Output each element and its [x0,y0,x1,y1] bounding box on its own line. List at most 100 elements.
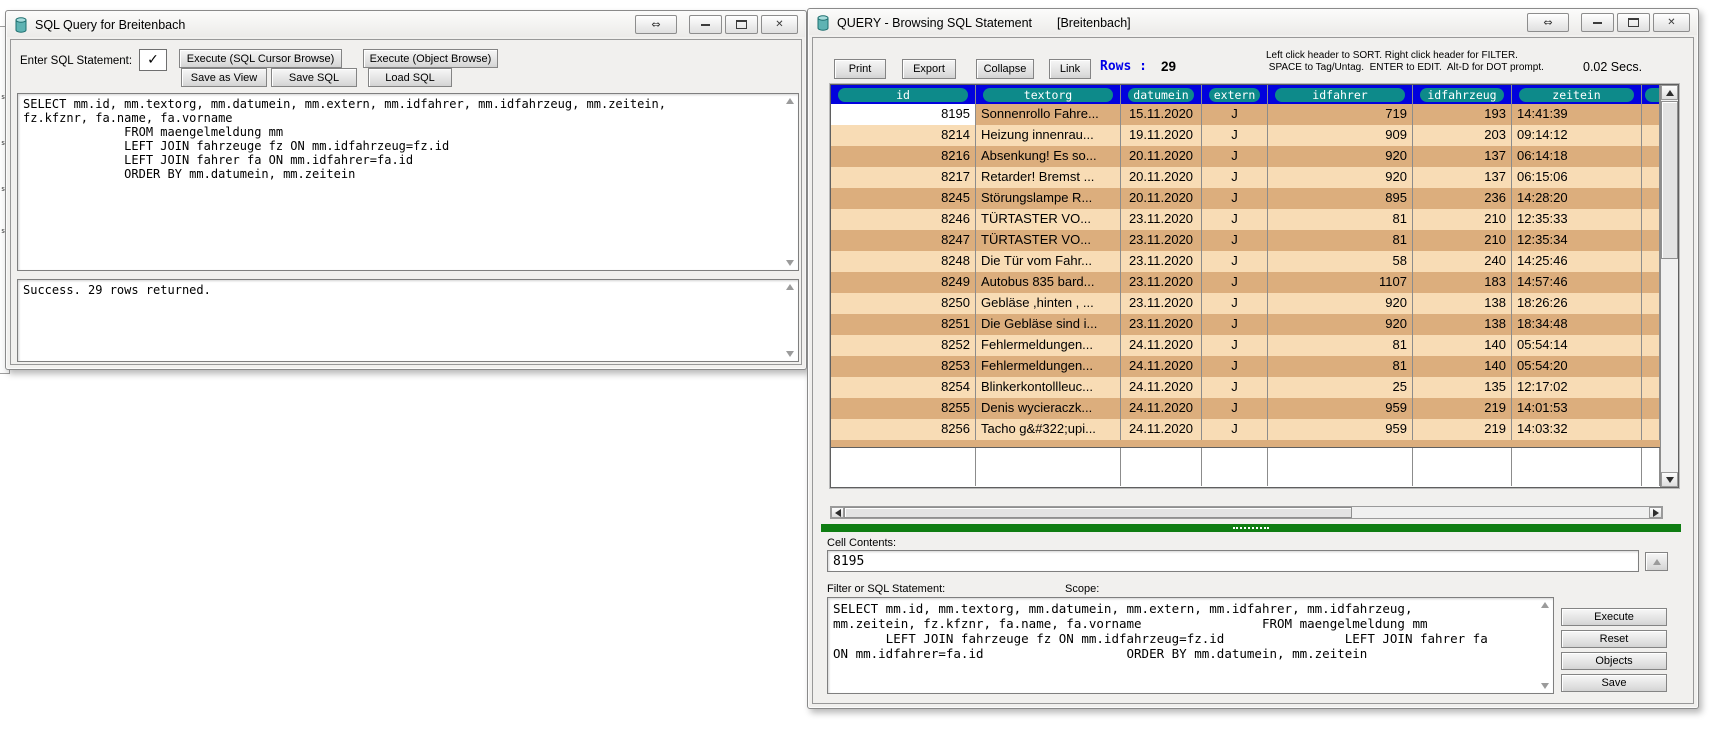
table-cell[interactable] [1642,419,1660,440]
table-cell[interactable]: 183 [1413,272,1512,293]
table-cell[interactable]: 20.11.2020 [1121,188,1202,209]
column-header-textorg[interactable]: textorg [976,85,1121,104]
filter-input-scrollbar[interactable] [1539,600,1551,691]
table-cell[interactable]: 193 [1413,104,1512,125]
empty-table-cell[interactable] [1268,448,1413,486]
validate-sql-button[interactable]: ✓ [139,49,167,71]
collapse-button[interactable]: Collapse [976,59,1034,79]
table-cell[interactable]: 8250 [831,293,976,314]
table-cell[interactable]: 137 [1413,146,1512,167]
filter-sql-text[interactable]: SELECT mm.id, mm.textorg, mm.datumein, m… [833,601,1535,661]
column-header-zeitein[interactable]: zeitein [1512,85,1642,104]
save-as-view-button[interactable]: Save as View [181,68,267,87]
table-cell[interactable]: 8254 [831,377,976,398]
table-cell[interactable]: 210 [1413,230,1512,251]
table-cell[interactable]: 12:35:33 [1512,209,1642,230]
cell-contents-scroll-up-button[interactable] [1645,552,1668,571]
link-button[interactable]: Link [1049,59,1091,79]
table-cell[interactable]: 210 [1413,209,1512,230]
table-cell[interactable]: 12:35:34 [1512,230,1642,251]
table-cell[interactable] [1642,104,1660,125]
table-cell[interactable]: J [1202,251,1268,272]
table-cell[interactable]: 19.11.2020 [1121,125,1202,146]
close-button[interactable]: ✕ [761,15,798,34]
table-cell[interactable]: 05:54:20 [1512,356,1642,377]
sql-input-scrollbar[interactable] [784,96,796,268]
table-cell[interactable]: 920 [1268,293,1413,314]
save-button[interactable]: Save [1561,674,1667,692]
table-cell[interactable]: 24.11.2020 [1121,335,1202,356]
table-cell[interactable]: J [1202,209,1268,230]
table-cell[interactable]: 219 [1413,398,1512,419]
table-cell[interactable]: 138 [1413,314,1512,335]
table-cell[interactable]: 920 [1268,167,1413,188]
table-cell[interactable]: J [1202,398,1268,419]
table-cell[interactable]: 23.11.2020 [1121,272,1202,293]
save-sql-button[interactable]: Save SQL [271,68,357,87]
table-cell[interactable]: Denis wycieraczk... [976,398,1121,419]
table-cell[interactable]: J [1202,314,1268,335]
table-cell[interactable]: J [1202,272,1268,293]
table-cell[interactable]: 8246 [831,209,976,230]
column-header-partial[interactable] [1642,85,1660,104]
maximize-button[interactable] [1617,13,1650,32]
table-cell[interactable]: 14:28:20 [1512,188,1642,209]
table-cell[interactable]: 920 [1268,314,1413,335]
scroll-up-icon[interactable] [786,98,794,104]
table-cell[interactable]: 24.11.2020 [1121,377,1202,398]
column-header-idfahrzeug[interactable]: idfahrzeug [1413,85,1512,104]
table-cell[interactable]: 24.11.2020 [1121,398,1202,419]
minimize-button[interactable] [689,15,722,34]
table-cell[interactable]: 24.11.2020 [1121,356,1202,377]
table-cell[interactable]: 8248 [831,251,976,272]
table-cell[interactable] [1642,209,1660,230]
scroll-down-icon[interactable] [786,351,794,357]
scroll-up-icon[interactable] [786,284,794,290]
table-cell[interactable]: Die Gebläse sind i... [976,314,1121,335]
table-cell[interactable]: Autobus 835 bard... [976,272,1121,293]
table-cell[interactable]: Fehlermeldungen... [976,356,1121,377]
table-cell[interactable]: Fehlermeldungen... [976,335,1121,356]
table-cell[interactable]: 8214 [831,125,976,146]
table-cell[interactable]: 8251 [831,314,976,335]
table-cell[interactable]: Störungslampe R... [976,188,1121,209]
table-cell[interactable]: 20.11.2020 [1121,146,1202,167]
table-cell[interactable] [1642,188,1660,209]
empty-table-cell[interactable] [1121,448,1202,486]
column-header-extern[interactable]: extern [1202,85,1268,104]
table-cell[interactable]: 58 [1268,251,1413,272]
table-cell[interactable]: 18:26:26 [1512,293,1642,314]
table-cell[interactable]: Sonnenrollo Fahre... [976,104,1121,125]
table-cell[interactable]: 06:14:18 [1512,146,1642,167]
table-cell[interactable]: J [1202,125,1268,146]
table-cell[interactable]: J [1202,335,1268,356]
table-cell[interactable]: 140 [1413,356,1512,377]
vertical-scroll-thumb[interactable] [1661,101,1678,259]
scroll-down-icon[interactable] [786,260,794,266]
execute-sql-cursor-browse-button[interactable]: Execute (SQL Cursor Browse) [179,49,342,68]
scroll-down-icon[interactable] [1541,683,1549,689]
export-button[interactable]: Export [902,59,956,79]
scroll-down-button[interactable] [1661,472,1678,487]
table-cell[interactable]: 219 [1413,419,1512,440]
table-cell[interactable]: 06:15:06 [1512,167,1642,188]
table-cell[interactable]: J [1202,356,1268,377]
table-cell[interactable]: 23.11.2020 [1121,230,1202,251]
table-cell[interactable]: 140 [1413,335,1512,356]
maximize-button[interactable] [725,15,758,34]
print-button[interactable]: Print [834,59,886,79]
scroll-right-button[interactable] [1649,507,1662,518]
execute-button[interactable]: Execute [1561,608,1667,626]
table-cell[interactable]: 719 [1268,104,1413,125]
table-cell[interactable]: 959 [1268,419,1413,440]
table-cell[interactable]: 23.11.2020 [1121,209,1202,230]
table-cell[interactable]: 920 [1268,146,1413,167]
reset-button[interactable]: Reset [1561,630,1667,648]
table-cell[interactable] [1642,335,1660,356]
table-cell[interactable]: 138 [1413,293,1512,314]
scroll-up-icon[interactable] [1541,602,1549,608]
table-cell[interactable]: J [1202,188,1268,209]
table-cell[interactable]: Die Tür vom Fahr... [976,251,1121,272]
filter-sql-input[interactable]: SELECT mm.id, mm.textorg, mm.datumein, m… [827,597,1554,694]
table-cell[interactable] [1642,167,1660,188]
